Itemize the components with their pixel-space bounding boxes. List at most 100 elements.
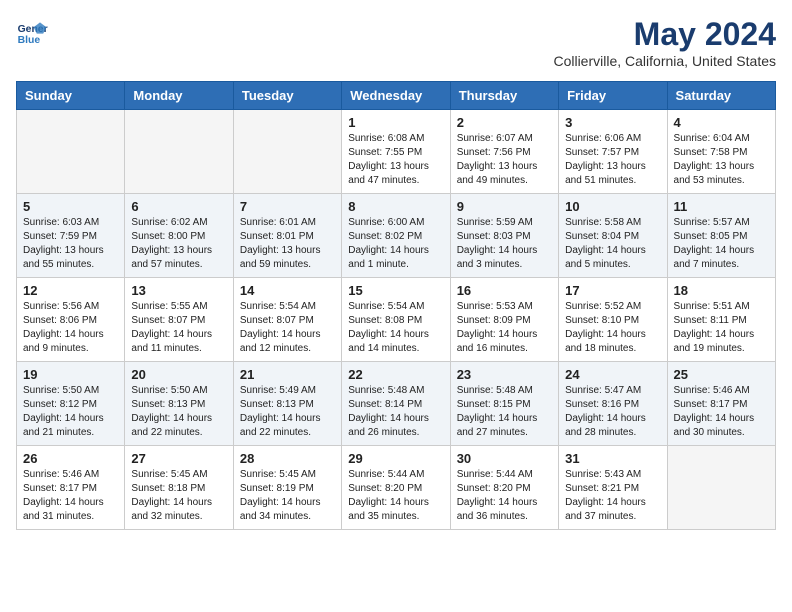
calendar-day-cell: 12 Sunrise: 5:56 AMSunset: 8:06 PMDayligh…	[17, 278, 125, 362]
calendar-week-5: 26Sunrise: 5:46 AMSunset: 8:17 PMDayligh…	[17, 446, 776, 530]
page-header: General Blue May 2024 Collierville, Cali…	[16, 16, 776, 69]
calendar-day-cell: 5Sunrise: 6:03 AMSunset: 7:59 PMDaylight…	[17, 194, 125, 278]
calendar-subtitle: Collierville, California, United States	[553, 53, 776, 69]
weekday-header-tuesday: Tuesday	[233, 82, 341, 110]
day-info: Sunrise: 5:54 AMSunset: 8:07 PMDaylight:…	[240, 300, 335, 356]
day-number: 16	[457, 283, 552, 298]
day-info: Sunrise: 5:59 AMSunset: 8:03 PMDaylight:…	[457, 216, 552, 272]
day-info: Sunrise: 5:48 AMSunset: 8:14 PMDaylight:…	[348, 384, 443, 440]
day-number: 24	[565, 367, 660, 382]
day-info: Sunrise: 5:44 AMSunset: 8:20 PMDaylight:…	[457, 468, 552, 524]
calendar-day-cell: 13Sunrise: 5:55 AMSunset: 8:07 PMDayligh…	[125, 278, 233, 362]
day-number: 31	[565, 451, 660, 466]
calendar-day-cell: 18 Sunrise: 5:51 AMSunset: 8:11 PMDayligh…	[667, 278, 775, 362]
calendar-day-cell: 26Sunrise: 5:46 AMSunset: 8:17 PMDayligh…	[17, 446, 125, 530]
day-number: 6	[131, 199, 226, 214]
day-number: 28	[240, 451, 335, 466]
weekday-header-row: SundayMondayTuesdayWednesdayThursdayFrid…	[17, 82, 776, 110]
day-number: 14	[240, 283, 335, 298]
day-info: Sunrise: 5:58 AMSunset: 8:04 PMDaylight:…	[565, 216, 660, 272]
calendar-day-cell: 29 Sunrise: 5:44 AMSunset: 8:20 PMDayligh…	[342, 446, 450, 530]
day-number: 12	[23, 283, 118, 298]
calendar-day-cell: 11 Sunrise: 5:57 AMSunset: 8:05 PMDayligh…	[667, 194, 775, 278]
day-info: Sunrise: 5:47 AMSunset: 8:16 PMDaylight:…	[565, 384, 660, 440]
calendar-day-cell: 10 Sunrise: 5:58 AMSunset: 8:04 PMDayligh…	[559, 194, 667, 278]
day-number: 10	[565, 199, 660, 214]
calendar-day-cell: 7 Sunrise: 6:01 AMSunset: 8:01 PMDaylight…	[233, 194, 341, 278]
day-info: Sunrise: 5:46 AMSunset: 8:17 PMDaylight:…	[674, 384, 769, 440]
calendar-day-cell: 27 Sunrise: 5:45 AMSunset: 8:18 PMDayligh…	[125, 446, 233, 530]
calendar-day-cell	[233, 110, 341, 194]
day-number: 9	[457, 199, 552, 214]
calendar-day-cell: 9 Sunrise: 5:59 AMSunset: 8:03 PMDaylight…	[450, 194, 558, 278]
logo-icon: General Blue	[16, 16, 48, 48]
calendar-day-cell	[667, 446, 775, 530]
day-number: 17	[565, 283, 660, 298]
day-number: 15	[348, 283, 443, 298]
calendar-day-cell: 1Sunrise: 6:08 AMSunset: 7:55 PMDaylight…	[342, 110, 450, 194]
day-number: 5	[23, 199, 118, 214]
calendar-week-2: 5Sunrise: 6:03 AMSunset: 7:59 PMDaylight…	[17, 194, 776, 278]
day-number: 2	[457, 115, 552, 130]
day-info: Sunrise: 6:04 AMSunset: 7:58 PMDaylight:…	[674, 132, 769, 188]
day-number: 30	[457, 451, 552, 466]
day-number: 22	[348, 367, 443, 382]
day-info: Sunrise: 6:08 AMSunset: 7:55 PMDaylight:…	[348, 132, 443, 188]
day-info: Sunrise: 6:02 AMSunset: 8:00 PMDaylight:…	[131, 216, 226, 272]
calendar-day-cell: 25 Sunrise: 5:46 AMSunset: 8:17 PMDayligh…	[667, 362, 775, 446]
calendar-day-cell: 6 Sunrise: 6:02 AMSunset: 8:00 PMDaylight…	[125, 194, 233, 278]
title-block: May 2024 Collierville, California, Unite…	[553, 16, 776, 69]
calendar-week-1: 1Sunrise: 6:08 AMSunset: 7:55 PMDaylight…	[17, 110, 776, 194]
calendar-table: SundayMondayTuesdayWednesdayThursdayFrid…	[16, 81, 776, 530]
calendar-day-cell: 2 Sunrise: 6:07 AMSunset: 7:56 PMDaylight…	[450, 110, 558, 194]
svg-text:Blue: Blue	[18, 35, 41, 46]
day-number: 26	[23, 451, 118, 466]
calendar-day-cell: 16 Sunrise: 5:53 AMSunset: 8:09 PMDayligh…	[450, 278, 558, 362]
calendar-day-cell	[125, 110, 233, 194]
day-number: 8	[348, 199, 443, 214]
day-info: Sunrise: 5:50 AMSunset: 8:13 PMDaylight:…	[131, 384, 226, 440]
day-number: 25	[674, 367, 769, 382]
weekday-header-saturday: Saturday	[667, 82, 775, 110]
day-info: Sunrise: 5:49 AMSunset: 8:13 PMDaylight:…	[240, 384, 335, 440]
day-info: Sunrise: 5:50 AMSunset: 8:12 PMDaylight:…	[23, 384, 118, 440]
day-number: 7	[240, 199, 335, 214]
day-info: Sunrise: 5:43 AMSunset: 8:21 PMDaylight:…	[565, 468, 660, 524]
calendar-day-cell: 14 Sunrise: 5:54 AMSunset: 8:07 PMDayligh…	[233, 278, 341, 362]
day-info: Sunrise: 5:56 AMSunset: 8:06 PMDaylight:…	[23, 300, 118, 356]
calendar-title: May 2024	[553, 16, 776, 53]
logo: General Blue	[16, 16, 48, 48]
day-number: 4	[674, 115, 769, 130]
day-info: Sunrise: 5:51 AMSunset: 8:11 PMDaylight:…	[674, 300, 769, 356]
day-info: Sunrise: 5:55 AMSunset: 8:07 PMDaylight:…	[131, 300, 226, 356]
weekday-header-friday: Friday	[559, 82, 667, 110]
calendar-day-cell: 3 Sunrise: 6:06 AMSunset: 7:57 PMDaylight…	[559, 110, 667, 194]
day-info: Sunrise: 5:57 AMSunset: 8:05 PMDaylight:…	[674, 216, 769, 272]
calendar-day-cell: 17Sunrise: 5:52 AMSunset: 8:10 PMDayligh…	[559, 278, 667, 362]
day-number: 11	[674, 199, 769, 214]
calendar-week-3: 12 Sunrise: 5:56 AMSunset: 8:06 PMDayligh…	[17, 278, 776, 362]
day-info: Sunrise: 5:45 AMSunset: 8:18 PMDaylight:…	[131, 468, 226, 524]
day-info: Sunrise: 5:53 AMSunset: 8:09 PMDaylight:…	[457, 300, 552, 356]
calendar-day-cell: 21 Sunrise: 5:49 AMSunset: 8:13 PMDayligh…	[233, 362, 341, 446]
day-number: 20	[131, 367, 226, 382]
day-number: 27	[131, 451, 226, 466]
calendar-day-cell: 28Sunrise: 5:45 AMSunset: 8:19 PMDayligh…	[233, 446, 341, 530]
day-info: Sunrise: 6:06 AMSunset: 7:57 PMDaylight:…	[565, 132, 660, 188]
calendar-day-cell: 23Sunrise: 5:48 AMSunset: 8:15 PMDayligh…	[450, 362, 558, 446]
day-info: Sunrise: 6:07 AMSunset: 7:56 PMDaylight:…	[457, 132, 552, 188]
calendar-day-cell: 20 Sunrise: 5:50 AMSunset: 8:13 PMDayligh…	[125, 362, 233, 446]
day-info: Sunrise: 5:54 AMSunset: 8:08 PMDaylight:…	[348, 300, 443, 356]
day-info: Sunrise: 6:01 AMSunset: 8:01 PMDaylight:…	[240, 216, 335, 272]
weekday-header-monday: Monday	[125, 82, 233, 110]
day-info: Sunrise: 5:44 AMSunset: 8:20 PMDaylight:…	[348, 468, 443, 524]
weekday-header-wednesday: Wednesday	[342, 82, 450, 110]
day-number: 3	[565, 115, 660, 130]
day-number: 29	[348, 451, 443, 466]
day-number: 21	[240, 367, 335, 382]
day-number: 18	[674, 283, 769, 298]
calendar-day-cell: 19Sunrise: 5:50 AMSunset: 8:12 PMDayligh…	[17, 362, 125, 446]
calendar-day-cell: 30 Sunrise: 5:44 AMSunset: 8:20 PMDayligh…	[450, 446, 558, 530]
calendar-day-cell: 31 Sunrise: 5:43 AMSunset: 8:21 PMDayligh…	[559, 446, 667, 530]
weekday-header-sunday: Sunday	[17, 82, 125, 110]
